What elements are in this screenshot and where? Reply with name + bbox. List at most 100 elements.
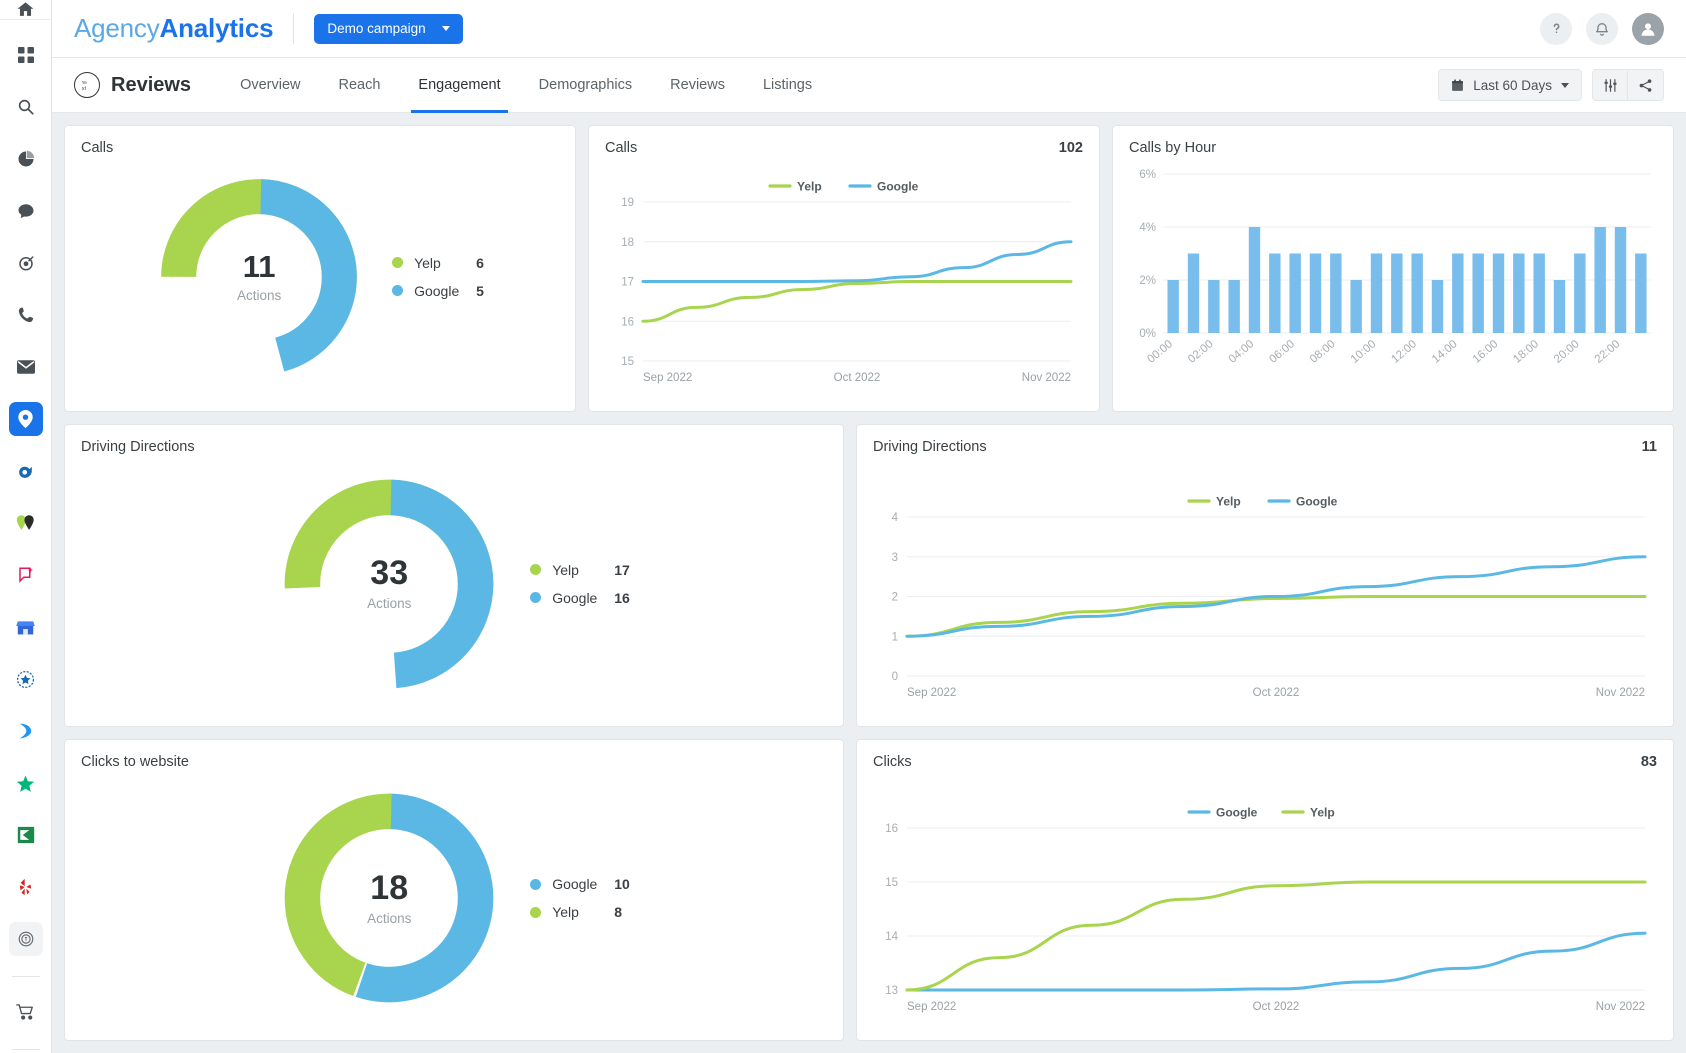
sidebar-item-pages[interactable] [9, 818, 43, 852]
mail-icon [16, 360, 35, 374]
avatar[interactable] [1632, 12, 1664, 45]
card-calls-donut: Calls 11 Actions Yelp 6 Google 5 [64, 125, 576, 412]
sidebar-item-yelp[interactable] [9, 870, 43, 904]
date-range-label: Last 60 Days [1473, 77, 1552, 93]
dashboard-content: Calls 11 Actions Yelp 6 Google 5 Calls 1… [52, 113, 1686, 1053]
tab-demographics[interactable]: Demographics [520, 58, 652, 113]
svg-text:4%: 4% [1139, 222, 1156, 234]
card-driving-directions-line: Driving Directions 11 0 1 2 3 4 Sep 2022 Oct 2… [856, 424, 1674, 727]
review-tag-icon [18, 567, 33, 583]
sidebar-item-local[interactable] [8, 402, 43, 436]
legend-value: 17 [614, 561, 630, 578]
sidebar-item-goals[interactable] [9, 246, 43, 280]
svg-text:1: 1 [892, 631, 898, 643]
page-tabs: Overview Reach Engagement Demographics R… [221, 58, 831, 113]
tab-listings[interactable]: Listings [744, 58, 831, 113]
svg-text:Nov 2022: Nov 2022 [1596, 687, 1645, 699]
bell-icon [1596, 22, 1608, 36]
tab-reach[interactable]: Reach [320, 58, 400, 113]
svg-text:18: 18 [621, 237, 634, 249]
legend-value: 8 [614, 904, 622, 920]
sidebar-item-ratings[interactable] [9, 662, 43, 696]
sidebar-item-home[interactable] [0, 0, 51, 20]
legend-label: Google [552, 589, 598, 606]
donut-svg [161, 178, 357, 375]
sidebar-item-reports[interactable] [9, 142, 43, 176]
sidebar-item-trustpilot[interactable] [9, 766, 43, 800]
calls_line-svg: 15 16 17 18 19 Sep 2022 Oct 2022 Nov 2022 Yelp Go… [621, 180, 1073, 384]
svg-text:Google: Google [1216, 806, 1258, 820]
sidebar-item-analytics-wave[interactable] [9, 714, 43, 748]
driving-line-host: 0 1 2 3 4 Sep 2022 Oct 2022 Nov 2022 Yelp Google [873, 455, 1657, 710]
sidebar-divider-2 [11, 1049, 40, 1050]
badge-star-icon [16, 670, 35, 688]
sidebar-divider [11, 976, 40, 977]
sidebar-item-messages[interactable] [9, 194, 43, 228]
phone-icon [18, 307, 33, 323]
header-icon-buttons [1592, 69, 1664, 101]
svg-text:Oct 2022: Oct 2022 [1253, 687, 1300, 699]
sidebar-item-reviews-active[interactable] [8, 922, 43, 956]
share-button[interactable] [1628, 69, 1664, 101]
sidebar-item-calls[interactable] [9, 298, 43, 332]
legend-item: Yelp 6 [392, 255, 484, 271]
notifications-button[interactable] [1586, 12, 1618, 45]
tab-overview[interactable]: Overview [221, 58, 319, 113]
svg-text:0%: 0% [1139, 328, 1156, 340]
donut-legend: Google 10 Yelp 8 [530, 876, 630, 920]
page-title: Reviews [111, 73, 192, 96]
donut-chart-container: 33 Actions Yelp 17 Google 16 [81, 455, 827, 712]
svg-text:10:00: 10:00 [1349, 338, 1379, 366]
svg-text:4: 4 [892, 512, 899, 524]
svg-text:Google: Google [1296, 495, 1338, 509]
wave-icon [19, 723, 32, 739]
main-area: AgencyAnalytics Demo campaign Ye Xf Revi… [52, 0, 1686, 1053]
campaign-selector-label: Demo campaign [327, 21, 426, 36]
filter-button[interactable] [1592, 69, 1628, 101]
sidebar-item-dashboard[interactable] [9, 38, 43, 72]
legend-label: Yelp [414, 254, 441, 271]
svg-text:06:00: 06:00 [1267, 338, 1297, 366]
sidebar-item-places[interactable] [9, 506, 43, 540]
chevron-down-icon [441, 26, 450, 31]
svg-text:00:00: 00:00 [1145, 338, 1175, 366]
svg-text:04:00: 04:00 [1227, 338, 1257, 366]
location-pin-icon [18, 410, 33, 428]
yelp-icon [19, 878, 32, 896]
card-calls-line: Calls 102 15 16 17 18 19 Sep 2022 Oct 2022 Nov … [588, 125, 1100, 412]
page-flag-icon [17, 826, 34, 844]
question-mark-icon [1553, 23, 1559, 34]
tab-reviews[interactable]: Reviews [651, 58, 744, 113]
share-icon [1639, 78, 1652, 92]
driving_line-svg: 0 1 2 3 4 Sep 2022 Oct 2022 Nov 2022 Yelp Google [892, 495, 1647, 699]
legend-value: 10 [614, 876, 630, 892]
app-logo[interactable]: AgencyAnalytics [74, 13, 274, 44]
sidebar-item-ecommerce[interactable] [9, 995, 43, 1029]
star-icon [16, 775, 35, 792]
help-button[interactable] [1540, 12, 1572, 45]
sidebar-item-search[interactable] [9, 90, 43, 124]
sidebar-item-birdeye[interactable] [9, 454, 43, 488]
card-title: Calls [81, 140, 114, 156]
sidebar-item-reviews-tag[interactable] [9, 558, 43, 592]
sidebar-item-email[interactable] [9, 350, 43, 384]
svg-text:3: 3 [892, 552, 898, 564]
svg-text:14: 14 [885, 931, 898, 943]
page-header: Ye Xf Reviews Overview Reach Engagement D… [52, 58, 1686, 113]
home-icon [17, 2, 34, 16]
svg-text:Google: Google [877, 180, 919, 194]
birdeye-icon [19, 466, 32, 478]
legend-color-dot [530, 906, 542, 918]
svg-text:22:00: 22:00 [1593, 338, 1623, 366]
reviews-active-icon [18, 931, 33, 947]
grid-icon [17, 47, 34, 63]
date-range-picker[interactable]: Last 60 Days [1438, 69, 1582, 101]
campaign-selector-button[interactable]: Demo campaign [314, 13, 463, 44]
tab-engagement[interactable]: Engagement [399, 58, 519, 113]
dashboard-row-3: Clicks to website 18 Actions Google 10 Y… [64, 739, 1674, 1041]
filter-sliders-icon [1604, 78, 1616, 92]
sidebar-item-google-business[interactable] [9, 610, 43, 644]
user-avatar-icon [1641, 22, 1655, 36]
svg-text:Yelp: Yelp [1310, 806, 1335, 820]
svg-text:Nov 2022: Nov 2022 [1596, 1001, 1645, 1013]
